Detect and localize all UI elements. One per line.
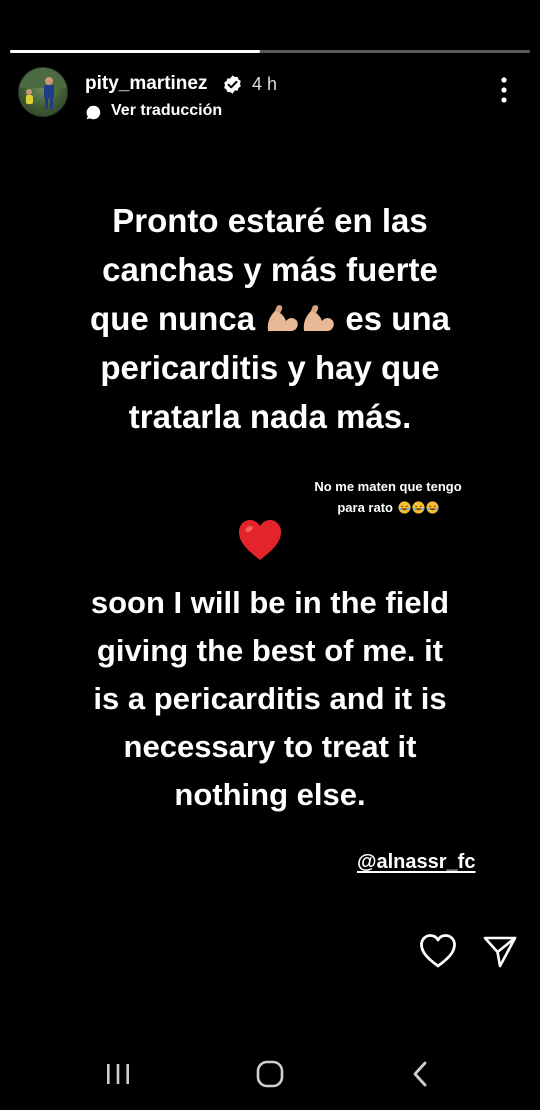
recents-icon[interactable]: [104, 1062, 132, 1086]
speech-bubble-icon: [86, 105, 101, 120]
main-text-line: canchas y más fuerte: [102, 251, 438, 288]
rolling-laughing-emoji: [412, 501, 425, 514]
mention-link[interactable]: @alnassr_fc: [357, 851, 475, 874]
story-progress-bar: [10, 50, 530, 53]
main-text-line: tratarla nada más.: [128, 398, 412, 435]
small-note-text: No me maten que tengo para rato: [290, 476, 486, 518]
home-icon[interactable]: [255, 1060, 285, 1088]
translate-label: Ver traducción: [111, 102, 223, 119]
rolling-laughing-emoji: [398, 501, 411, 514]
more-vertical-icon[interactable]: [494, 76, 514, 104]
main-text-line: Pronto estaré en las: [112, 202, 428, 239]
post-time: 4 h: [252, 74, 278, 94]
verified-badge-icon: [224, 75, 241, 94]
small-note-line: para rato: [290, 497, 486, 518]
story-main-text: Pronto estaré en las canchas y más fuert…: [40, 196, 500, 441]
story-progress-fill: [10, 50, 260, 53]
heart-outline-icon[interactable]: [419, 933, 457, 969]
avatar[interactable]: [18, 67, 68, 117]
main-text-fragment: es una: [345, 300, 450, 337]
main-text-line: pericarditis y hay que: [100, 349, 440, 386]
small-note-line: No me maten que tengo: [314, 479, 462, 494]
paper-plane-icon[interactable]: [482, 933, 518, 969]
english-text-line: giving the best of me. it: [96, 633, 444, 668]
back-icon[interactable]: [410, 1060, 432, 1088]
username[interactable]: pity_martinez: [85, 73, 207, 95]
rolling-laughing-emoji: [426, 501, 439, 514]
flexed-biceps-emoji: [304, 305, 335, 331]
main-text-fragment: que nunca: [90, 300, 256, 337]
english-text-line: is a pericarditis and it is: [93, 681, 447, 716]
small-note-fragment: para rato: [337, 500, 393, 515]
main-text-line: que nunca es una: [40, 294, 500, 343]
flexed-biceps-emoji: [268, 305, 299, 331]
red-heart-emoji: [239, 520, 281, 560]
story-english-text: soon I will be in the field giving the b…: [30, 579, 510, 819]
english-text-line: soon I will be in the field: [90, 585, 450, 620]
english-text-line: necessary to treat it: [123, 729, 417, 764]
english-text-line: nothing else.: [174, 777, 366, 812]
